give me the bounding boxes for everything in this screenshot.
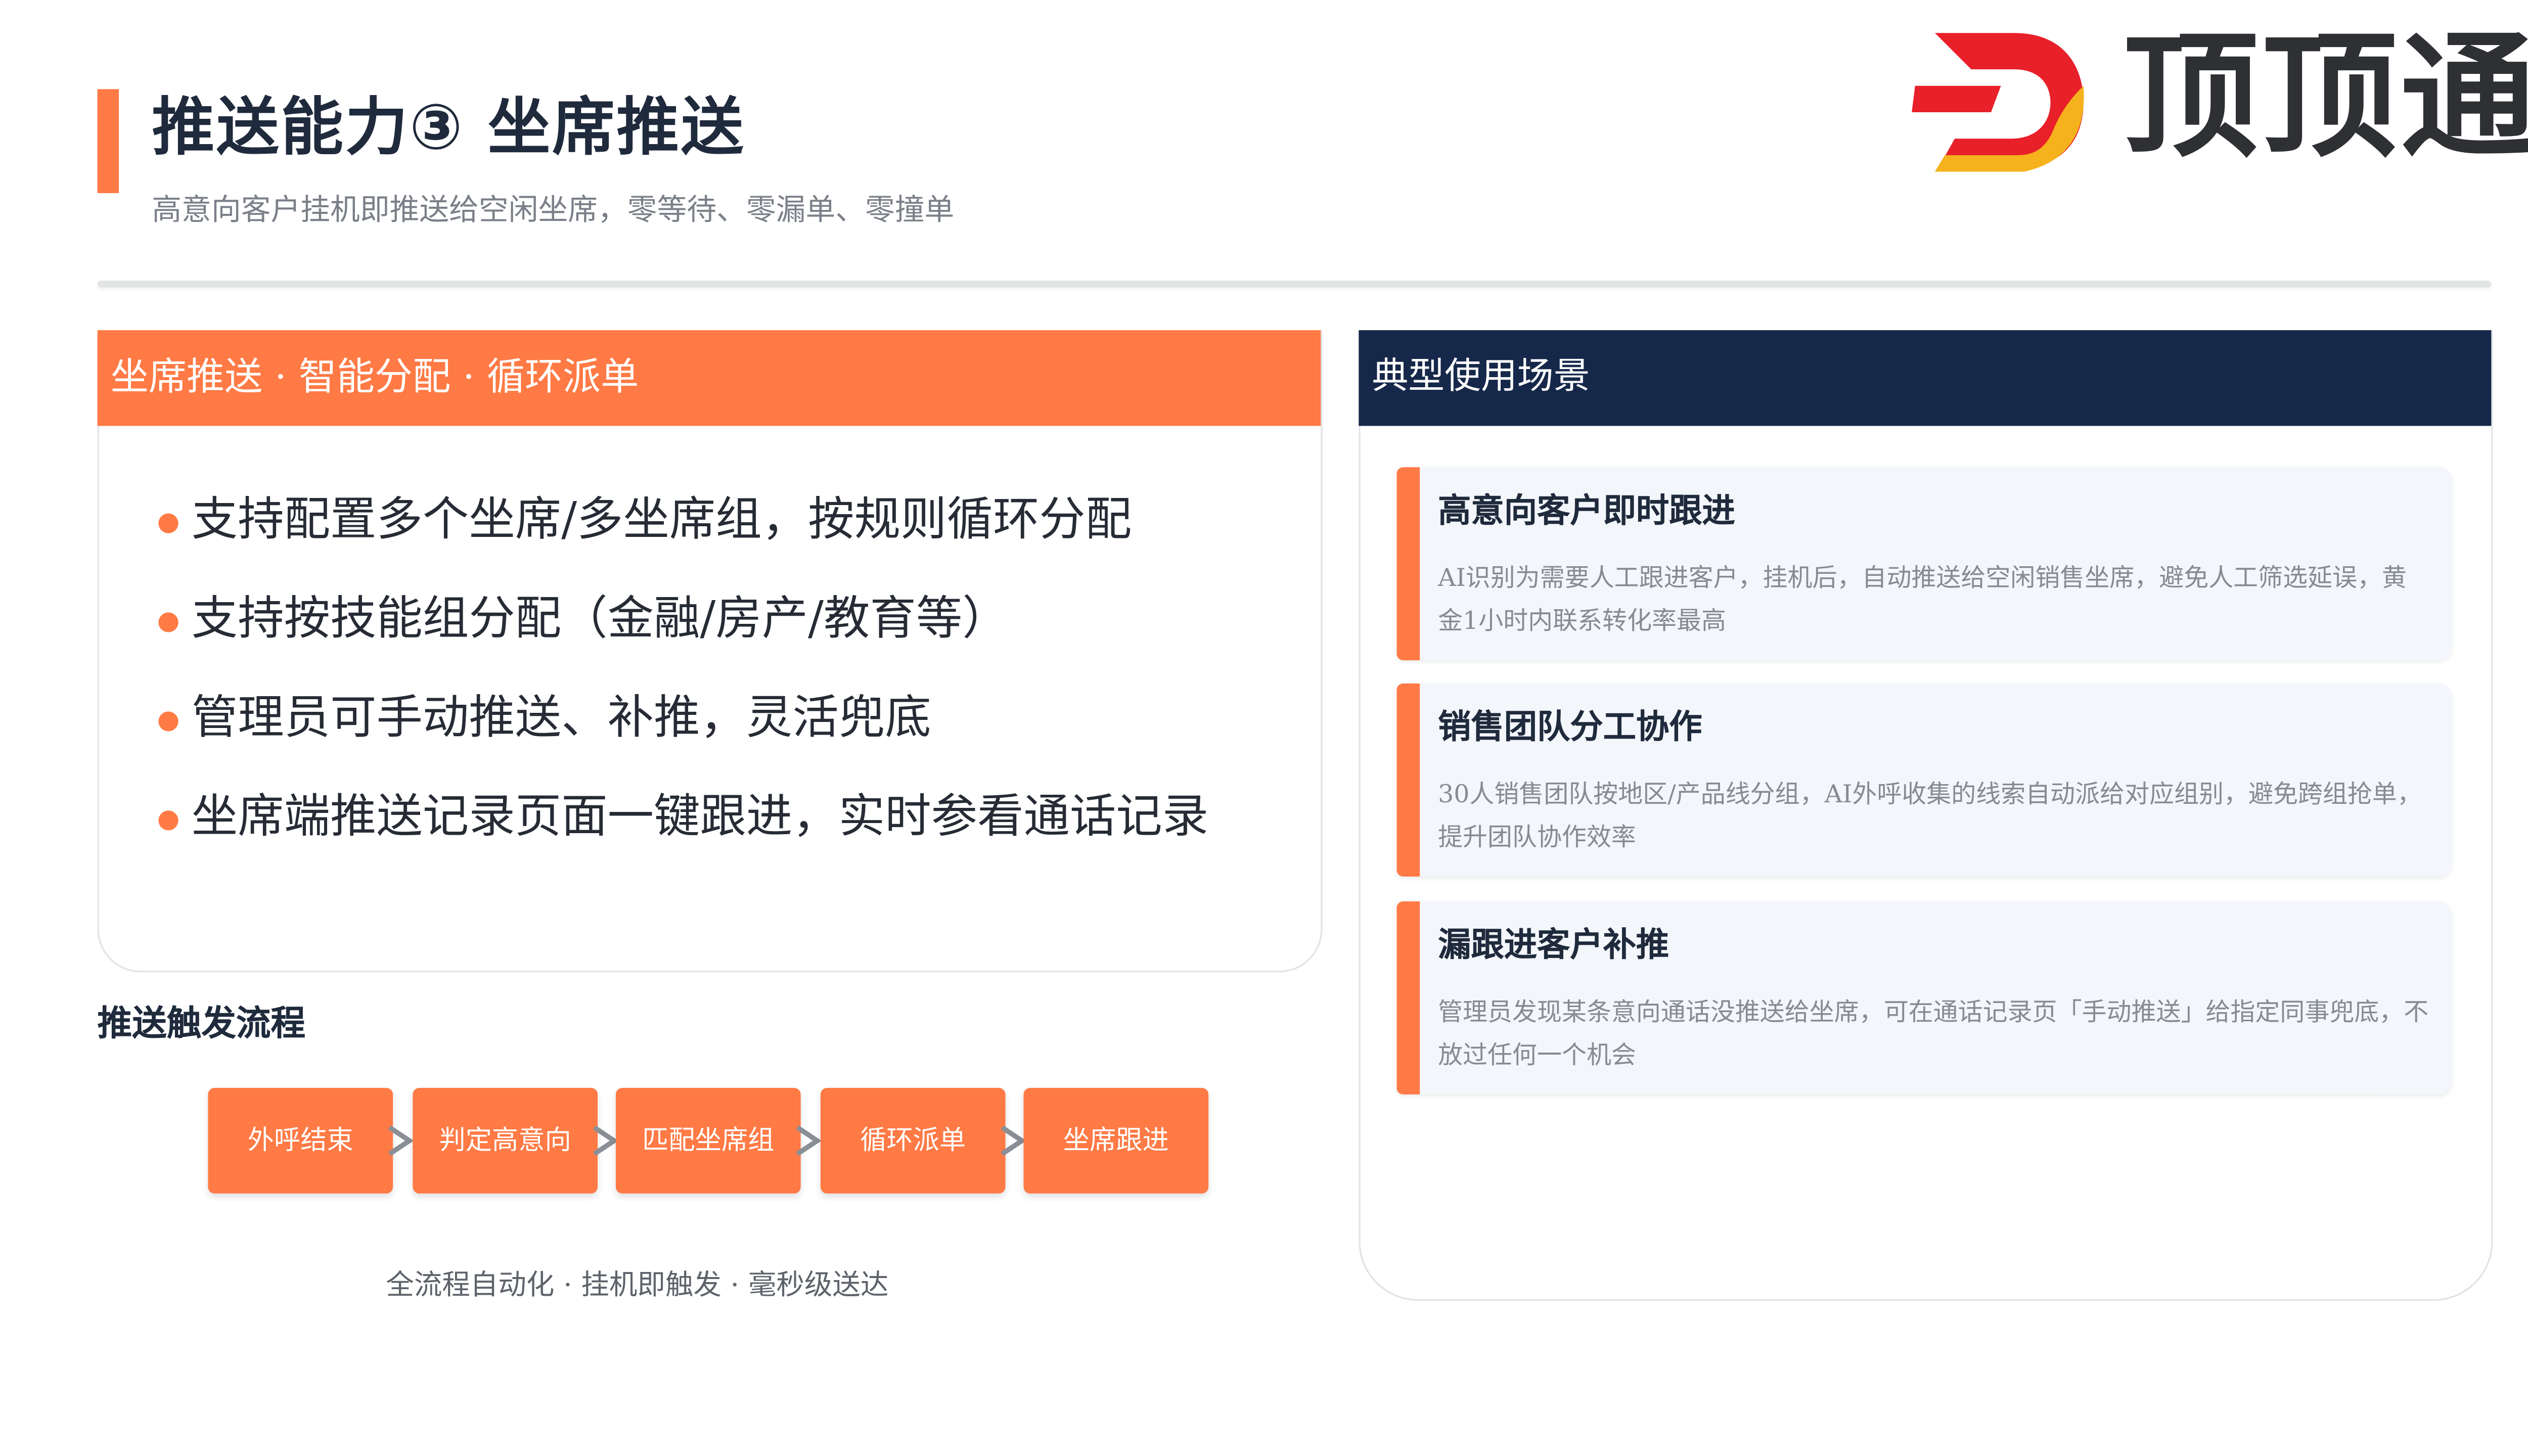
- list-item: 支持按技能组分配（金融/房产/教育等）: [155, 570, 1208, 669]
- list-item: 管理员可手动推送、补推，灵活兜底: [155, 668, 1208, 767]
- scenario-description: AI识别为需要人工跟进客户，挂机后，自动推送给空闲销售坐席，避免人工筛选延误，黄…: [1438, 563, 2407, 636]
- brand-logo: 顶顶通: [1912, 20, 2528, 181]
- bullet-dot-icon: [158, 513, 178, 533]
- scenario-panel-heading: 典型使用场景: [1359, 330, 2492, 426]
- push-flow: 外呼结束 判定高意向 匹配坐席组 循环派单 坐席跟进: [208, 1087, 1215, 1194]
- card-accent-bar: [1396, 467, 1420, 661]
- list-item: 坐席端推送记录页面一键跟进，实时参看通话记录: [155, 767, 1208, 867]
- flow-step-agent-follow: 坐席跟进: [1023, 1087, 1209, 1194]
- feature-text: 支持按技能组分配（金融/房产/教育等）: [191, 590, 1009, 646]
- brand-name: 顶顶通: [2123, 20, 2528, 177]
- scenario-card: 高意向客户即时跟进 AI识别为需要人工跟进客户，挂机后，自动推送给空闲销售坐席，…: [1396, 467, 2452, 661]
- header-divider: [97, 281, 2492, 288]
- feature-text: 支持配置多个坐席/多坐席组，按规则循环分配: [191, 492, 1132, 547]
- card-accent-bar: [1396, 683, 1420, 877]
- bullet-dot-icon: [158, 612, 178, 632]
- flow-step-match-group: 匹配坐席组: [615, 1087, 801, 1194]
- scenario-title: 销售团队分工协作: [1438, 706, 1702, 746]
- flow-step-round-robin: 循环派单: [820, 1087, 1006, 1194]
- feature-panel-heading: 坐席推送 · 智能分配 · 循环派单: [97, 330, 1321, 426]
- dingdingtong-d-logo-icon: [1912, 33, 2084, 172]
- flow-step-judge-intent: 判定高意向: [413, 1087, 598, 1194]
- feature-text: 坐席端推送记录页面一键跟进，实时参看通话记录: [191, 789, 1209, 844]
- feature-text: 管理员可手动推送、补推，灵活兜底: [191, 690, 931, 745]
- bullet-dot-icon: [158, 711, 178, 732]
- feature-list: 支持配置多个坐席/多坐席组，按规则循环分配 支持按技能组分配（金融/房产/教育等…: [155, 471, 1208, 867]
- page-title: 推送能力③ 坐席推送: [152, 90, 745, 164]
- scenario-description: 管理员发现某条意向通话没推送给坐席，可在通话记录页「手动推送」给指定同事兜底，不…: [1438, 997, 2429, 1070]
- bullet-dot-icon: [158, 810, 178, 831]
- scenario-card: 销售团队分工协作 30人销售团队按地区/产品线分组，AI外呼收集的线索自动派给对…: [1396, 683, 2452, 877]
- flow-caption: 全流程自动化 · 挂机即触发 · 毫秒级送达: [386, 1269, 889, 1303]
- flow-step-call-end: 外呼结束: [208, 1087, 393, 1194]
- list-item: 支持配置多个坐席/多坐席组，按规则循环分配: [155, 471, 1208, 570]
- scenario-title: 漏跟进客户补推: [1438, 924, 1669, 964]
- page-subtitle: 高意向客户挂机即推送给空闲坐席，零等待、零漏单、零撞单: [152, 193, 955, 228]
- title-accent-bar: [97, 89, 119, 194]
- scenario-title: 高意向客户即时跟进: [1438, 490, 1735, 530]
- scenario-description: 30人销售团队按地区/产品线分组，AI外呼收集的线索自动派给对应组别，避免跨组抢…: [1438, 779, 2422, 852]
- scenario-card: 漏跟进客户补推 管理员发现某条意向通话没推送给坐席，可在通话记录页「手动推送」给…: [1396, 901, 2452, 1095]
- slide: 推送能力③ 坐席推送 高意向客户挂机即推送给空闲坐席，零等待、零漏单、零撞单 顶…: [0, 0, 2528, 1456]
- flow-title: 推送触发流程: [97, 1004, 306, 1043]
- card-accent-bar: [1396, 901, 1420, 1095]
